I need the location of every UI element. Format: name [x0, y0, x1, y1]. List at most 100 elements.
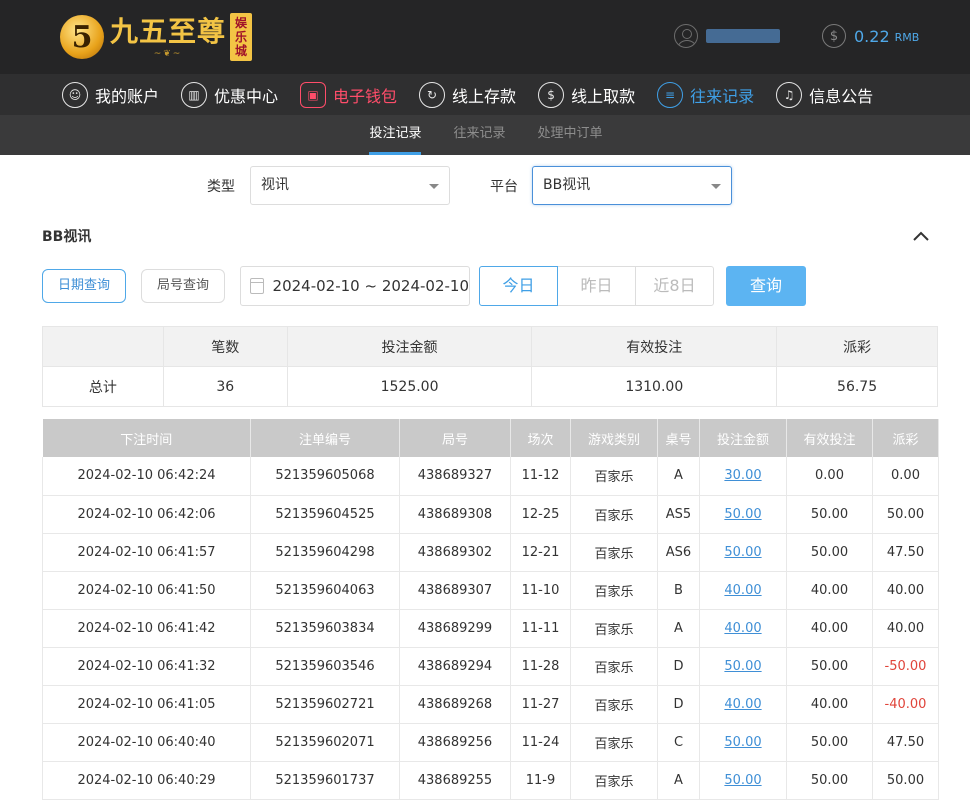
query-row: 日期查询 局号查询 2024-02-10 ~ 2024-02-10 今日 昨日 …: [0, 266, 970, 306]
bet-amount-link[interactable]: 30.00: [699, 457, 787, 496]
wallet-icon: ▣: [300, 81, 327, 108]
bet-amount-link[interactable]: 50.00: [699, 761, 787, 800]
brand-logo[interactable]: 5 九五至尊 ~❦~ 娱 乐 城: [60, 9, 253, 65]
table-cell: 2024-02-10 06:41:32: [42, 647, 251, 686]
table-cell: D: [657, 647, 700, 686]
platform-select[interactable]: BB视讯: [532, 166, 732, 205]
column-header[interactable]: 桌号: [657, 419, 700, 457]
table-cell: 2024-02-10 06:40:29: [42, 761, 251, 800]
chevron-down-icon: [429, 184, 439, 189]
nav-item-0[interactable]: ☺ 我的账户: [62, 81, 160, 108]
deposit-icon: ↻: [419, 81, 446, 108]
bet-amount-link[interactable]: 50.00: [699, 647, 787, 686]
user-avatar-icon: [674, 24, 698, 48]
column-header[interactable]: 局号: [399, 419, 511, 457]
summary-header: 笔数: [162, 326, 288, 367]
type-label: 类型: [207, 179, 235, 195]
balance-amount: 0.22: [854, 26, 890, 46]
column-header[interactable]: 投注金额: [699, 419, 787, 457]
summary-valid-bet: 1310.00: [531, 366, 778, 407]
today-button[interactable]: 今日: [479, 266, 558, 306]
summary-row-label: 总计: [42, 366, 164, 407]
nav-item-5[interactable]: ≡ 往来记录: [657, 81, 754, 108]
user-circle-icon: ☺: [62, 81, 88, 108]
dollar-coin-icon: $: [822, 24, 846, 48]
table-cell: 521359603546: [250, 647, 400, 686]
nav-item-label: 线上存款: [452, 86, 517, 106]
round-query-button[interactable]: 局号查询: [141, 269, 225, 303]
table-cell: 50.00: [786, 647, 873, 686]
bet-amount-link[interactable]: 50.00: [699, 723, 787, 762]
table-cell: 11-10: [510, 571, 571, 610]
main-nav: ☺ 我的账户 ▥ 优惠中心 ▣ 电子钱包 ↻ 线上存款 $ 线上取款 ≡ 往来记录 ♫ 信息公告: [0, 74, 970, 115]
table-row: 2024-02-10 06:42:24 521359605068 438689327…: [42, 457, 939, 496]
nav-item-4[interactable]: $ 线上取款: [538, 81, 636, 108]
table-cell: A: [657, 457, 700, 496]
table-cell: 438689255: [399, 761, 511, 800]
table-cell: 50.00: [786, 533, 873, 572]
column-header[interactable]: 下注时间: [42, 419, 251, 457]
table-cell: 438689308: [399, 495, 511, 534]
table-cell: 40.00: [872, 571, 939, 610]
table-cell: 2024-02-10 06:41:05: [42, 685, 251, 724]
table-cell: 50.00: [786, 723, 873, 762]
table-cell: 百家乐: [570, 571, 658, 610]
subtab-0[interactable]: 投注记录: [369, 115, 422, 155]
bet-amount-link[interactable]: 40.00: [699, 609, 787, 648]
records-icon: ≡: [657, 81, 684, 108]
table-cell: 521359604525: [250, 495, 400, 534]
table-cell: 521359601737: [250, 761, 400, 800]
column-header[interactable]: 派彩: [872, 419, 939, 457]
subtab-1[interactable]: 往来记录: [453, 115, 505, 155]
bet-amount-link[interactable]: 50.00: [699, 495, 787, 534]
chevron-up-icon[interactable]: [912, 227, 930, 245]
table-cell: 521359602071: [250, 723, 400, 762]
nav-item-6[interactable]: ♫ 信息公告: [776, 81, 874, 108]
bet-amount-link[interactable]: 50.00: [699, 533, 787, 572]
table-cell: 438689307: [399, 571, 511, 610]
table-cell: 百家乐: [570, 609, 658, 648]
table-cell: 11-9: [510, 761, 571, 800]
column-header[interactable]: 注单编号: [250, 419, 400, 457]
nav-item-label: 我的账户: [95, 86, 160, 106]
table-cell: 2024-02-10 06:42:24: [42, 457, 251, 496]
search-button[interactable]: 查询: [726, 266, 806, 306]
table-cell: -50.00: [872, 647, 939, 686]
gift-icon: ▥: [181, 81, 208, 108]
column-header[interactable]: 场次: [510, 419, 571, 457]
platform-label: 平台: [490, 179, 518, 195]
table-cell: 11-27: [510, 685, 571, 724]
user-account[interactable]: [674, 24, 780, 48]
nav-item-label: 信息公告: [809, 86, 874, 106]
last-8-days-button[interactable]: 近8日: [635, 266, 714, 306]
table-cell: 40.00: [786, 609, 873, 648]
date-query-button[interactable]: 日期查询: [42, 269, 126, 303]
table-row: 2024-02-10 06:41:05 521359602721 438689268…: [42, 685, 939, 724]
section-title: BB视讯: [42, 229, 92, 245]
nav-item-label: 优惠中心: [214, 86, 279, 106]
type-select[interactable]: 视讯: [250, 166, 450, 205]
nav-item-3[interactable]: ↻ 线上存款: [419, 81, 517, 108]
bet-amount-link[interactable]: 40.00: [699, 685, 787, 724]
filter-bar: 类型 视讯 平台 BB视讯: [0, 155, 970, 219]
table-cell: 百家乐: [570, 495, 658, 534]
nav-item-label: 线上取款: [571, 86, 636, 106]
summary-payout: 56.75: [776, 366, 938, 407]
quick-range-group: 今日 昨日 近8日: [479, 266, 714, 306]
table-cell: 50.00: [872, 761, 939, 800]
summary-bet-amount: 1525.00: [286, 366, 533, 407]
table-cell: 11-28: [510, 647, 571, 686]
table-row: 2024-02-10 06:42:06 521359604525 438689308…: [42, 495, 939, 534]
nav-item-2[interactable]: ▣ 电子钱包: [300, 81, 397, 108]
date-range-picker[interactable]: 2024-02-10 ~ 2024-02-10: [240, 266, 470, 306]
nav-item-1[interactable]: ▥ 优惠中心: [181, 81, 279, 108]
type-select-value: 视讯: [261, 177, 289, 193]
column-header[interactable]: 游戏类别: [570, 419, 658, 457]
bet-amount-link[interactable]: 40.00: [699, 571, 787, 610]
top-header: 5 九五至尊 ~❦~ 娱 乐 城 $ 0.22 RMB: [0, 0, 970, 74]
withdraw-icon: $: [538, 81, 565, 108]
bell-icon: ♫: [776, 81, 803, 108]
yesterday-button[interactable]: 昨日: [557, 266, 636, 306]
subtab-2[interactable]: 处理中订单: [538, 115, 603, 155]
column-header[interactable]: 有效投注: [786, 419, 873, 457]
